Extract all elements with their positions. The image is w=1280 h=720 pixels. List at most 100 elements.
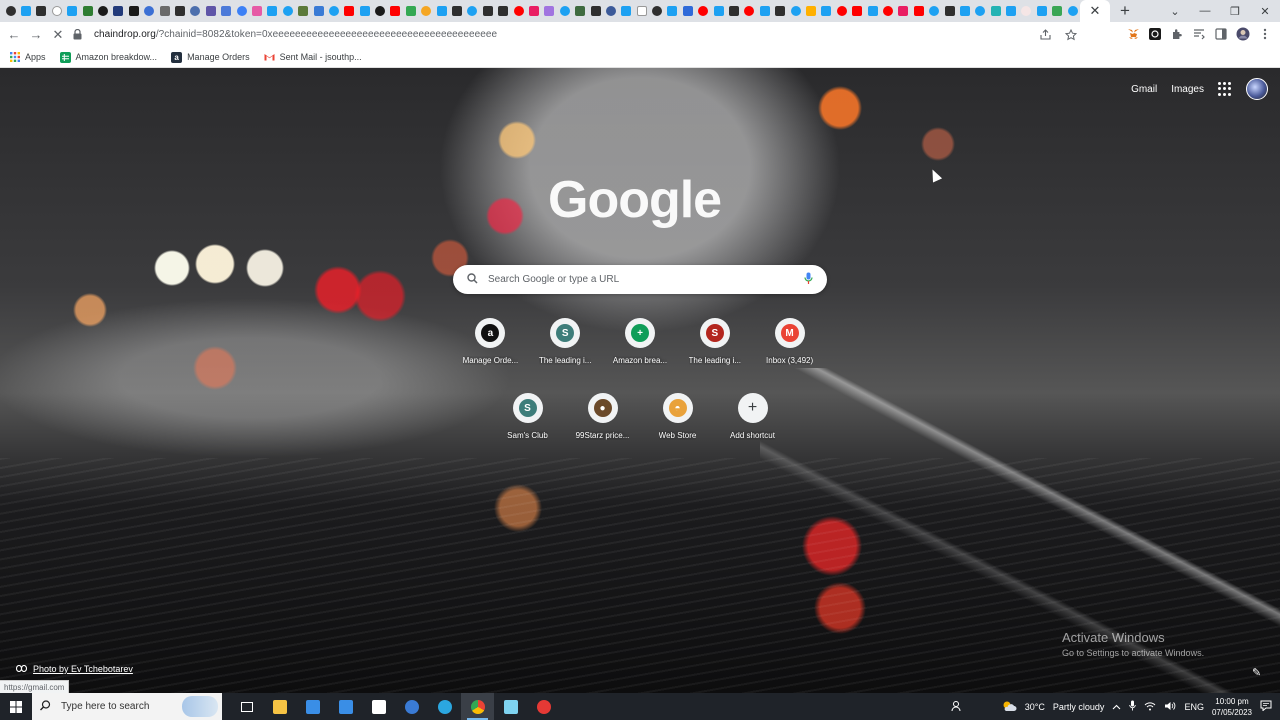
active-tab[interactable]: ✕	[1080, 0, 1110, 22]
browser-tab[interactable]	[49, 0, 64, 22]
google-apps-icon[interactable]	[1218, 82, 1232, 96]
profile-avatar-icon[interactable]	[1234, 25, 1252, 43]
browser-tab[interactable]	[711, 0, 726, 22]
browser-tab[interactable]	[619, 0, 634, 22]
weather-temp[interactable]: 30°C	[1025, 702, 1045, 712]
url-text[interactable]: chaindrop.org/?chainid=8082&token=0xeeee…	[94, 29, 497, 40]
bookmark-apps[interactable]: Apps	[9, 52, 46, 63]
shortcut-tile[interactable]: ◓ Web Store	[640, 391, 715, 461]
stop-loading-button[interactable]: ✕	[47, 24, 69, 46]
browser-tab[interactable]	[95, 0, 110, 22]
microphone-icon[interactable]	[804, 272, 813, 288]
browser-tab[interactable]	[911, 0, 926, 22]
address-bar[interactable]: chaindrop.org/?chainid=8082&token=0xeeee…	[70, 24, 1080, 45]
browser-tab[interactable]	[511, 0, 526, 22]
browser-tab[interactable]	[880, 0, 895, 22]
lock-icon[interactable]	[70, 28, 84, 42]
start-button[interactable]	[0, 693, 32, 720]
browser-tab[interactable]	[603, 0, 618, 22]
taskbar-app-button[interactable]	[263, 693, 296, 720]
browser-tab[interactable]	[357, 0, 372, 22]
browser-tab[interactable]	[280, 0, 295, 22]
browser-tab[interactable]	[18, 0, 33, 22]
browser-tab[interactable]	[265, 0, 280, 22]
bookmark-amazon-breakdown[interactable]: Amazon breakdow...	[59, 51, 157, 63]
browser-tab[interactable]	[726, 0, 741, 22]
show-hidden-icons-chevron-icon[interactable]	[1112, 702, 1121, 712]
browser-tab[interactable]	[696, 0, 711, 22]
shortcut-tile[interactable]: + Add shortcut	[715, 391, 790, 461]
browser-tab[interactable]	[234, 0, 249, 22]
browser-tab[interactable]	[311, 0, 326, 22]
taskbar-app-button[interactable]	[329, 693, 362, 720]
browser-tab[interactable]	[834, 0, 849, 22]
browser-tab[interactable]	[1034, 0, 1049, 22]
extension-dark-icon[interactable]	[1146, 25, 1164, 43]
taskbar-app-button[interactable]	[461, 693, 494, 720]
microphone-tray-icon[interactable]	[1129, 700, 1137, 713]
taskbar-app-button[interactable]	[230, 693, 263, 720]
browser-tab[interactable]	[680, 0, 695, 22]
browser-tab[interactable]	[542, 0, 557, 22]
browser-tab[interactable]	[218, 0, 233, 22]
browser-tab[interactable]	[649, 0, 664, 22]
customize-pencil-icon[interactable]: ✎	[1252, 666, 1261, 679]
weather-desc[interactable]: Partly cloudy	[1053, 702, 1105, 712]
taskbar-app-button[interactable]	[527, 693, 560, 720]
taskbar-app-button[interactable]	[494, 693, 527, 720]
close-window-button[interactable]: ✕	[1250, 0, 1280, 22]
taskbar-app-button[interactable]	[296, 693, 329, 720]
browser-tab[interactable]	[434, 0, 449, 22]
browser-tab[interactable]	[572, 0, 587, 22]
browser-tab[interactable]	[65, 0, 80, 22]
browser-tab[interactable]	[34, 0, 49, 22]
browser-tab[interactable]	[1050, 0, 1065, 22]
minimize-button[interactable]: —	[1190, 0, 1220, 22]
shortcut-tile[interactable]: ● 99Starz price...	[565, 391, 640, 461]
browser-tab[interactable]	[865, 0, 880, 22]
back-button[interactable]: ←	[3, 24, 25, 46]
share-icon[interactable]	[1036, 26, 1054, 44]
people-icon[interactable]	[951, 700, 963, 714]
browser-tab[interactable]	[634, 0, 649, 22]
taskbar-app-button[interactable]	[395, 693, 428, 720]
browser-tab[interactable]	[926, 0, 941, 22]
browser-tab[interactable]	[403, 0, 418, 22]
restore-button[interactable]: ❐	[1220, 0, 1250, 22]
reading-list-icon[interactable]	[1190, 25, 1208, 43]
taskbar-search-input[interactable]: Type here to search	[61, 701, 149, 712]
photo-credit-link[interactable]: Photo by Ev Tchebotarev	[15, 664, 133, 674]
shortcut-tile[interactable]: + Amazon brea...	[603, 316, 678, 386]
shortcut-tile[interactable]: S The leading i...	[528, 316, 603, 386]
browser-tab[interactable]	[896, 0, 911, 22]
language-indicator[interactable]: ENG	[1184, 702, 1204, 712]
ntp-search-box[interactable]: Search Google or type a URL	[453, 265, 827, 294]
browser-tab[interactable]	[142, 0, 157, 22]
notification-center-icon[interactable]	[1260, 700, 1272, 713]
browser-tab[interactable]	[1065, 0, 1080, 22]
search-input[interactable]: Search Google or type a URL	[488, 274, 804, 285]
browser-tab[interactable]	[295, 0, 310, 22]
browser-tab[interactable]	[126, 0, 141, 22]
browser-tab[interactable]	[803, 0, 818, 22]
browser-tab[interactable]	[465, 0, 480, 22]
close-tab-icon[interactable]: ✕	[1090, 3, 1101, 19]
browser-tab[interactable]	[557, 0, 572, 22]
tab-search-button[interactable]: ⌄	[1160, 0, 1190, 22]
account-avatar[interactable]	[1246, 78, 1268, 100]
shortcut-tile[interactable]: S The leading i...	[677, 316, 752, 386]
taskbar-search-box[interactable]: Type here to search	[32, 693, 222, 720]
browser-tab[interactable]	[788, 0, 803, 22]
browser-tab[interactable]	[419, 0, 434, 22]
browser-tab[interactable]	[588, 0, 603, 22]
browser-tab[interactable]	[526, 0, 541, 22]
browser-tab[interactable]	[388, 0, 403, 22]
taskbar-app-button[interactable]	[362, 693, 395, 720]
browser-tab[interactable]	[3, 0, 18, 22]
browser-tab[interactable]	[773, 0, 788, 22]
bookmark-sent-mail[interactable]: Sent Mail - jsouthp...	[264, 52, 362, 63]
browser-tab[interactable]	[1003, 0, 1018, 22]
metamask-icon[interactable]	[1124, 25, 1142, 43]
browser-tab[interactable]	[326, 0, 341, 22]
browser-tab[interactable]	[819, 0, 834, 22]
